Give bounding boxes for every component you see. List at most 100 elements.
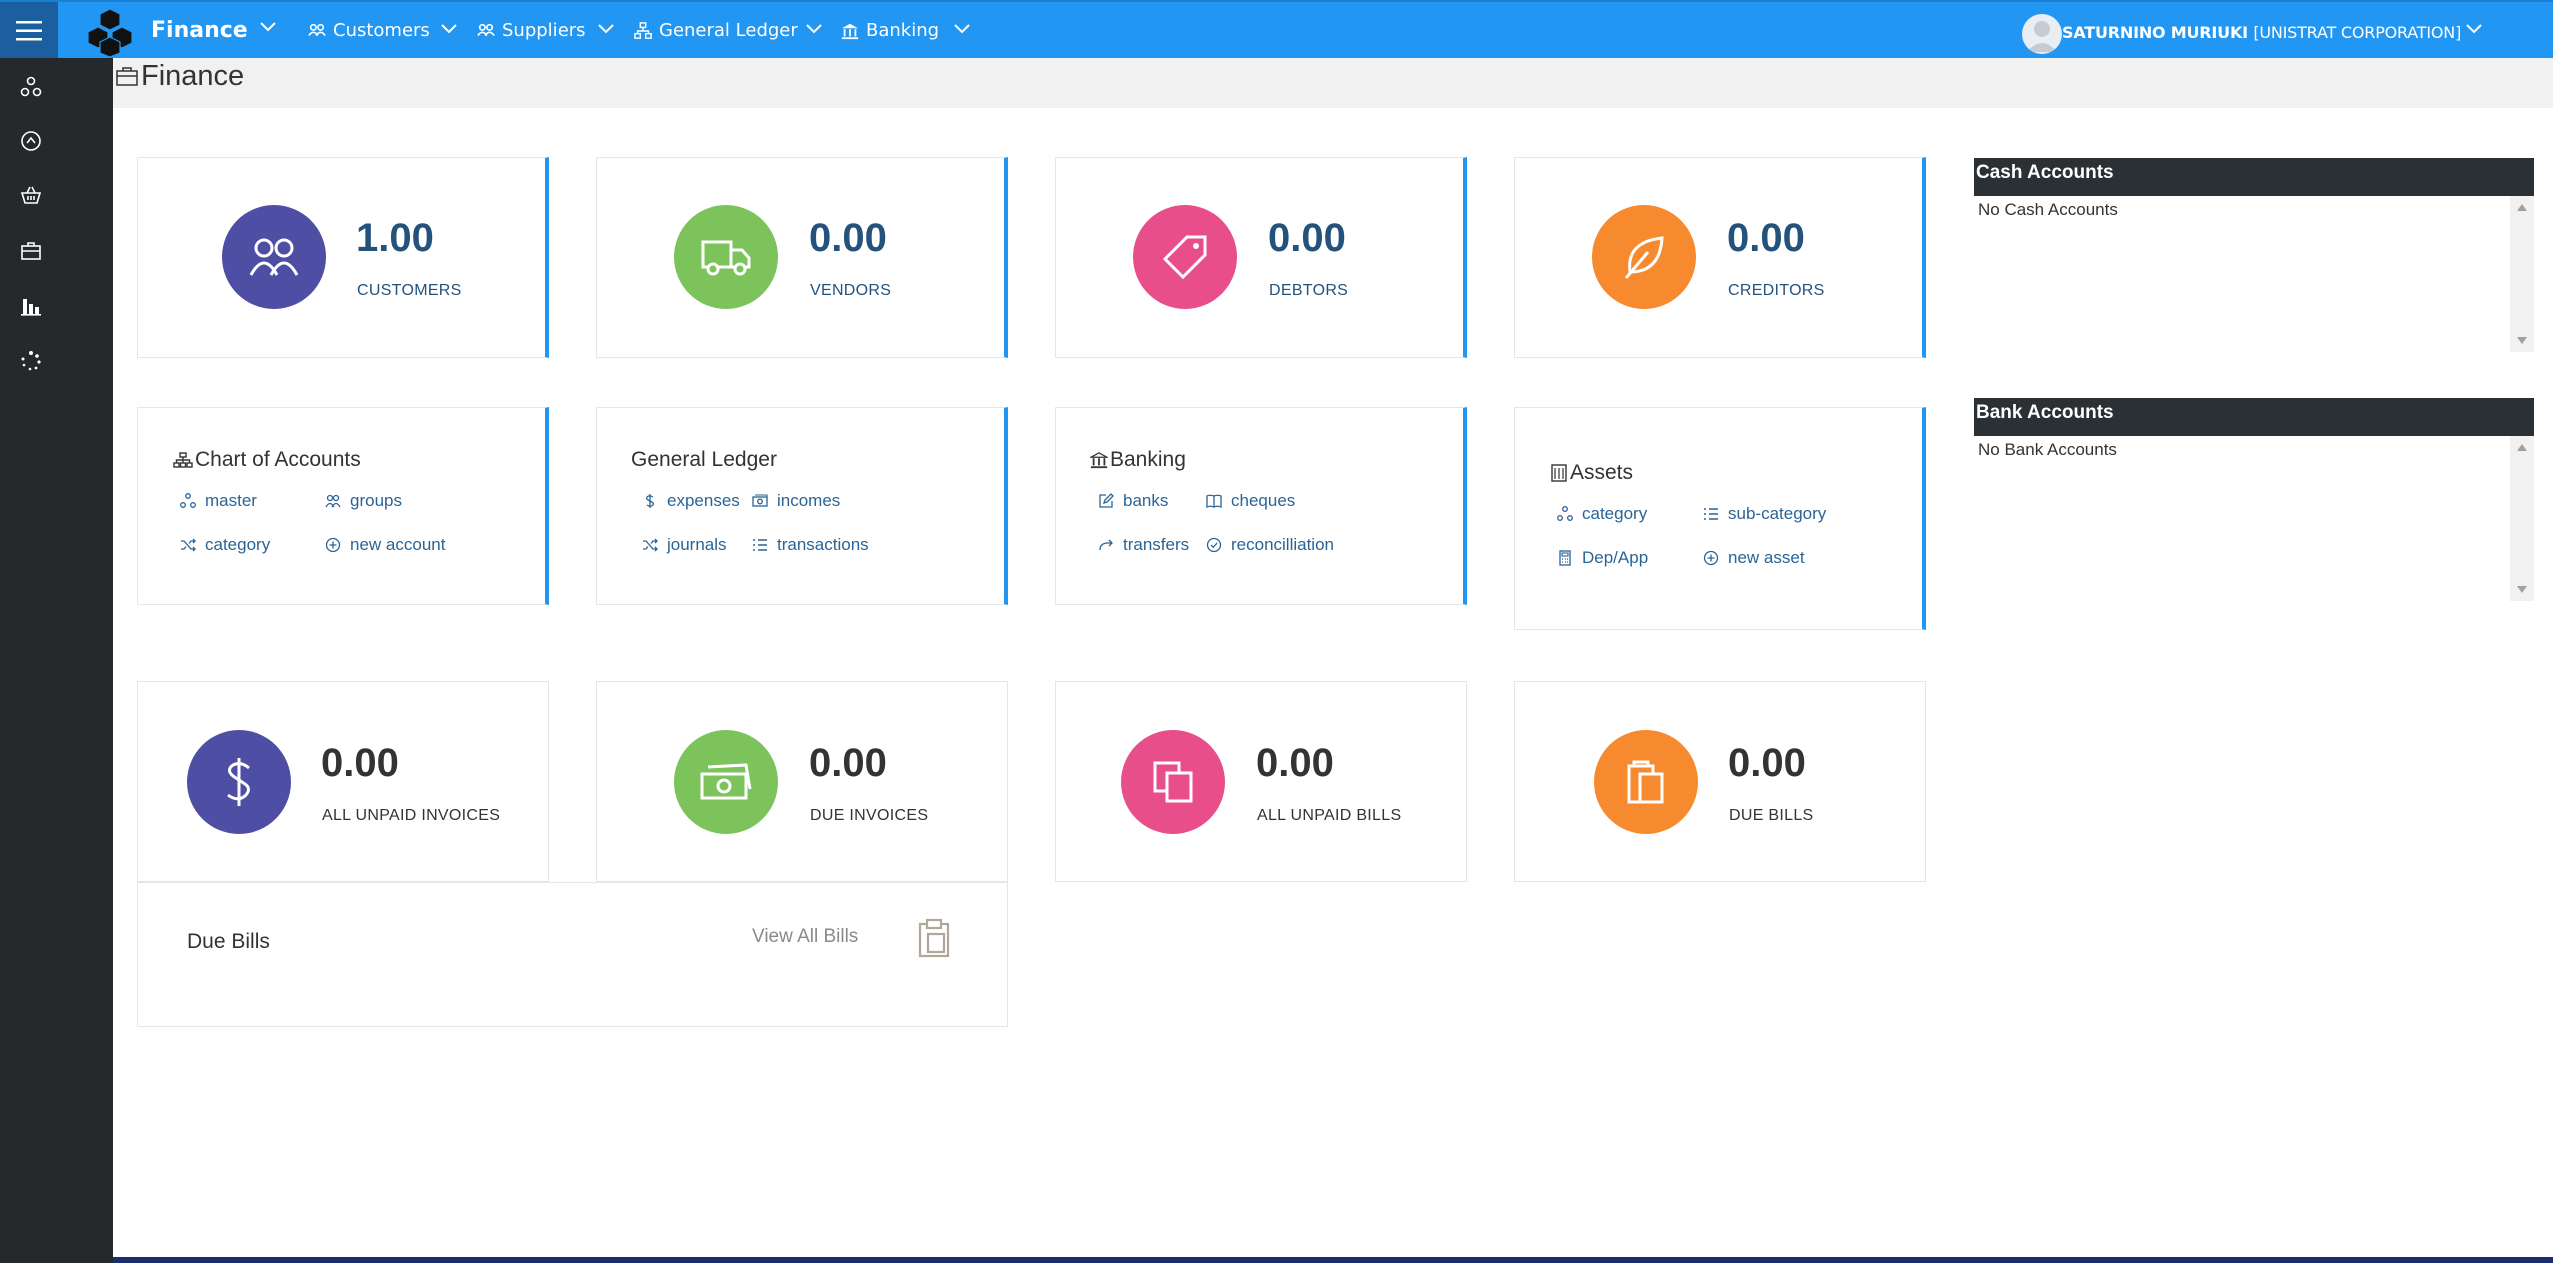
spinner-icon[interactable]	[20, 350, 42, 372]
scrollbar[interactable]	[2510, 436, 2534, 601]
bank-accounts-list[interactable]: No Bank Accounts	[1974, 436, 2534, 601]
link-label: incomes	[777, 491, 841, 510]
link-label: transfers	[1123, 535, 1190, 554]
users-icon	[308, 23, 326, 36]
stat-value: 0.00	[809, 741, 887, 785]
chevron-down-icon[interactable]	[2466, 24, 2482, 34]
users-icon	[249, 238, 299, 276]
copy-icon	[1153, 761, 1193, 803]
stat-label: VENDORS	[810, 282, 892, 299]
cash-accounts-list[interactable]: No Cash Accounts	[1974, 196, 2534, 352]
nav-suppliers[interactable]: Suppliers	[477, 20, 586, 41]
link-transactions[interactable]: transactions	[752, 535, 869, 555]
card-title-text: Chart of Accounts	[195, 448, 361, 471]
random-icon	[643, 538, 658, 552]
basket-icon[interactable]	[20, 185, 42, 207]
card-title: Assets	[1550, 461, 1633, 485]
link-master[interactable]: master	[180, 491, 257, 511]
stat-card-customers[interactable]: 1.00 CUSTOMERS	[137, 157, 549, 358]
link-transfers[interactable]: transfers	[1098, 535, 1189, 555]
card-title: Chart of Accounts	[173, 448, 361, 472]
stat-card-all-unpaid-bills[interactable]: 0.00 ALL UNPAID BILLS	[1055, 681, 1467, 882]
scroll-up-arrow-icon[interactable]	[2517, 444, 2527, 451]
stat-icon-circle	[674, 730, 778, 834]
hamburger-icon	[16, 21, 42, 41]
link-new-account[interactable]: new account	[325, 535, 445, 555]
sitemap-icon	[173, 452, 193, 468]
link-new-asset[interactable]: new asset	[1703, 548, 1805, 568]
link-banks[interactable]: banks	[1098, 491, 1168, 511]
user-menu[interactable]: SATURNINO MURIUKI [UNISTRAT CORPORATION]	[2062, 23, 2461, 42]
stat-icon-circle	[222, 205, 326, 309]
link-label: category	[1582, 504, 1648, 523]
book-icon	[1206, 494, 1222, 509]
link-cheques[interactable]: cheques	[1206, 491, 1295, 511]
stat-value: 1.00	[356, 216, 434, 260]
chevron-down-icon[interactable]	[806, 24, 822, 34]
link-expenses[interactable]: expenses	[642, 491, 740, 511]
link-label: sub-category	[1728, 504, 1827, 523]
scroll-up-arrow-icon[interactable]	[2517, 204, 2527, 211]
users-icon	[477, 23, 495, 36]
clipboard-icon[interactable]	[918, 918, 950, 958]
link-label: expenses	[667, 491, 740, 510]
stat-value: 0.00	[321, 741, 399, 785]
chevron-down-icon[interactable]	[598, 24, 614, 34]
briefcase-icon[interactable]	[20, 240, 42, 262]
link-reconcilliation[interactable]: reconcilliation	[1206, 535, 1334, 555]
scrollbar[interactable]	[2510, 196, 2534, 352]
stat-label: CUSTOMERS	[357, 282, 462, 299]
stat-icon-circle	[187, 730, 291, 834]
stat-icon-circle	[674, 205, 778, 309]
stat-value: 0.00	[1256, 741, 1334, 785]
page-title: Finance	[141, 60, 245, 92]
link-incomes[interactable]: incomes	[752, 491, 840, 511]
plus-circle-icon	[325, 537, 341, 553]
link-dep-app[interactable]: Dep/App	[1557, 548, 1648, 568]
stat-card-all-unpaid-invoices[interactable]: 0.00 ALL UNPAID INVOICES	[137, 681, 549, 882]
stat-card-due-invoices[interactable]: 0.00 DUE INVOICES	[596, 681, 1008, 882]
nav-banking[interactable]: Banking	[841, 20, 939, 41]
scroll-down-arrow-icon[interactable]	[2517, 586, 2527, 593]
nav-general-ledger[interactable]: General Ledger	[634, 20, 798, 41]
stat-label: DUE INVOICES	[810, 807, 929, 824]
stat-card-vendors[interactable]: 0.00 VENDORS	[596, 157, 1008, 358]
briefcase-icon	[116, 67, 138, 86]
bar-chart-icon[interactable]	[20, 295, 42, 317]
sitemap-icon	[180, 493, 196, 508]
check-circle-icon	[1206, 537, 1222, 553]
link-sub-category[interactable]: sub-category	[1703, 504, 1826, 524]
cash-accounts-empty: No Cash Accounts	[1978, 200, 2118, 219]
card-title-text: Banking	[1110, 448, 1186, 471]
link-category[interactable]: category	[180, 535, 270, 555]
plus-circle-icon	[1703, 550, 1719, 566]
sitemap-icon	[634, 21, 652, 39]
building-icon	[1551, 464, 1567, 482]
stat-card-creditors[interactable]: 0.00 CREDITORS	[1514, 157, 1926, 358]
nav-banking-label: Banking	[866, 20, 940, 41]
stat-card-due-bills[interactable]: 0.00 DUE BILLS	[1514, 681, 1926, 882]
link-journals[interactable]: journals	[642, 535, 727, 555]
nav-customers[interactable]: Customers	[308, 20, 430, 41]
app-title[interactable]: Finance	[151, 18, 248, 43]
nav-general-ledger-label: General Ledger	[659, 20, 798, 41]
view-all-bills-link[interactable]: View All Bills	[752, 926, 858, 948]
card-title-text: General Ledger	[631, 448, 777, 471]
link-groups[interactable]: groups	[325, 491, 402, 511]
stat-card-debtors[interactable]: 0.00 DEBTORS	[1055, 157, 1467, 358]
stat-icon-circle	[1133, 205, 1237, 309]
avatar[interactable]	[2022, 14, 2062, 54]
scroll-down-arrow-icon[interactable]	[2517, 337, 2527, 344]
due-bills-title: Due Bills	[187, 930, 270, 953]
compass-icon[interactable]	[20, 130, 42, 152]
chevron-down-icon[interactable]	[260, 22, 276, 32]
link-label: master	[205, 491, 257, 510]
sitemap-icon[interactable]	[20, 76, 42, 98]
hamburger-menu-button[interactable]	[0, 2, 58, 60]
chevron-down-icon[interactable]	[954, 24, 970, 34]
cash-accounts-header: Cash Accounts	[1974, 158, 2534, 196]
dollar-icon	[645, 494, 655, 508]
chevron-down-icon[interactable]	[441, 24, 457, 34]
link-label: transactions	[777, 535, 869, 554]
link-assets-category[interactable]: category	[1557, 504, 1647, 524]
